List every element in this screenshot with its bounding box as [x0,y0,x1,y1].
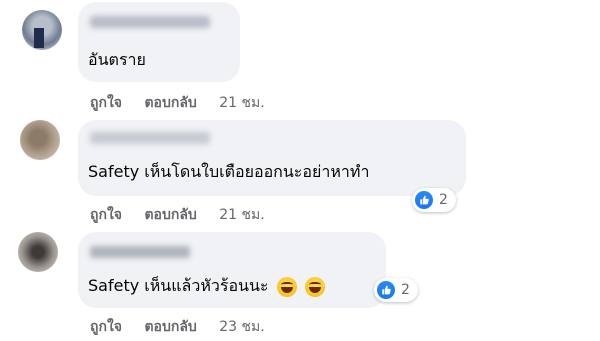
like-button[interactable]: ถูกใจ [90,92,122,114]
reaction-summary[interactable]: 2 [412,188,456,212]
comment-text-content: Safety เห็นแล้วหัวร้อนนะ [88,276,269,295]
comment-bubble: อันตราย [78,2,240,82]
laughing-emoji-icon [304,276,325,297]
comment-text: อันตราย [88,50,146,69]
comment-actions: ถูกใจ ตอบกลับ 21 ชม. [90,92,265,114]
like-icon [415,191,433,209]
commenter-name[interactable] [90,132,210,144]
timestamp[interactable]: 23 ชม. [219,316,264,338]
comment-actions: ถูกใจ ตอบกลับ 23 ชม. [90,316,265,338]
avatar[interactable] [20,120,60,160]
comment-bubble: Safety เห็นโดนใบเตือยออกนะอย่าหาทำ [78,120,466,196]
commenter-name[interactable] [90,246,190,258]
reply-button[interactable]: ตอบกลับ [144,316,196,338]
avatar[interactable] [18,232,58,272]
like-button[interactable]: ถูกใจ [90,204,122,226]
timestamp[interactable]: 21 ชม. [219,204,264,226]
comment-text: Safety เห็นโดนใบเตือยออกนะอย่าหาทำ [88,162,370,181]
comment-bubble: Safety เห็นแล้วหัวร้อนนะ [78,232,386,308]
comment-text: Safety เห็นแล้วหัวร้อนนะ [88,274,325,299]
commenter-name[interactable] [90,16,210,28]
like-button[interactable]: ถูกใจ [90,316,122,338]
laughing-emoji-icon [276,276,297,297]
reply-button[interactable]: ตอบกลับ [144,92,196,114]
reaction-count: 2 [439,192,448,208]
avatar[interactable] [22,10,62,50]
reaction-summary[interactable]: 2 [374,278,418,302]
comment-actions: ถูกใจ ตอบกลับ 21 ชม. [90,204,265,226]
timestamp[interactable]: 21 ชม. [219,92,264,114]
reaction-count: 2 [401,282,410,298]
reply-button[interactable]: ตอบกลับ [144,204,196,226]
like-icon [377,281,395,299]
